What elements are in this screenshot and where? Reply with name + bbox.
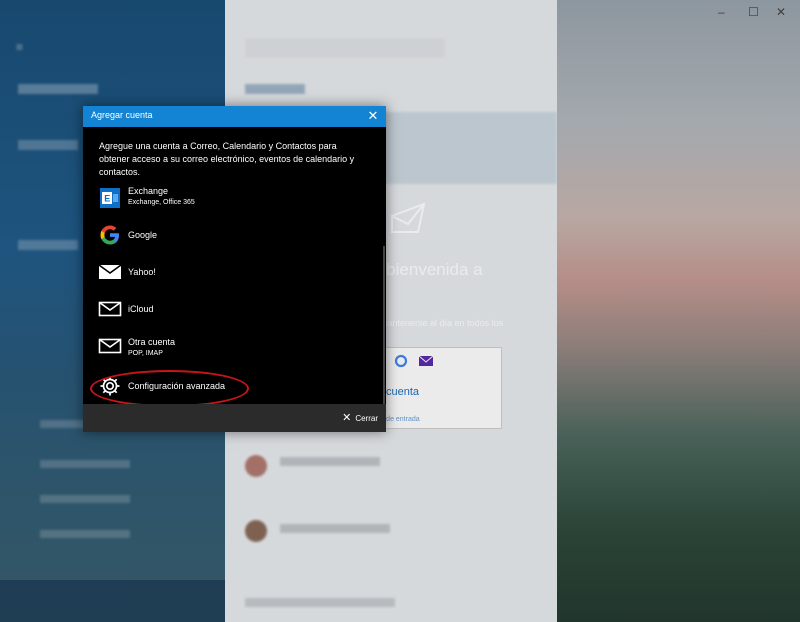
account-option-other[interactable]: Otra cuenta POP, IMAP bbox=[91, 328, 377, 364]
account-subtitle: Exchange, Office 365 bbox=[128, 199, 195, 206]
mail-icon bbox=[98, 264, 122, 279]
account-name: Yahoo! bbox=[128, 267, 156, 277]
dialog-footer: ✕ Cerrar bbox=[83, 404, 386, 432]
close-button-label: Cerrar bbox=[355, 414, 378, 423]
svg-text:E: E bbox=[104, 194, 110, 204]
scrollbar[interactable] bbox=[383, 246, 385, 406]
close-icon[interactable]: ✕ bbox=[366, 108, 380, 124]
close-x-icon: ✕ bbox=[342, 412, 352, 424]
mail-icon bbox=[98, 338, 122, 354]
mail-icon bbox=[98, 301, 122, 317]
account-name: Exchange bbox=[128, 186, 169, 196]
account-subtitle: POP, IMAP bbox=[128, 350, 163, 357]
account-option-google[interactable]: Google bbox=[91, 217, 377, 253]
dialog-title-bar: Agregar cuenta ✕ bbox=[83, 106, 386, 127]
dialog-description: Agregue una cuenta a Correo, Calendario … bbox=[99, 141, 355, 177]
red-annotation-circle bbox=[90, 370, 249, 407]
account-option-icloud[interactable]: iCloud bbox=[91, 291, 377, 327]
account-name: iCloud bbox=[128, 304, 154, 314]
exchange-icon: E bbox=[100, 188, 120, 208]
account-option-yahoo[interactable]: Yahoo! bbox=[91, 254, 377, 290]
account-option-exchange[interactable]: E Exchange Exchange, Office 365 bbox=[91, 180, 377, 216]
account-name: Otra cuenta bbox=[128, 337, 176, 347]
add-account-dialog: Agregar cuenta ✕ Agregue una cuenta a Co… bbox=[83, 106, 386, 432]
account-name: Google bbox=[128, 230, 158, 240]
close-button[interactable]: ✕ Cerrar bbox=[342, 411, 378, 424]
google-icon bbox=[100, 225, 119, 245]
dialog-title: Agregar cuenta bbox=[91, 110, 153, 120]
